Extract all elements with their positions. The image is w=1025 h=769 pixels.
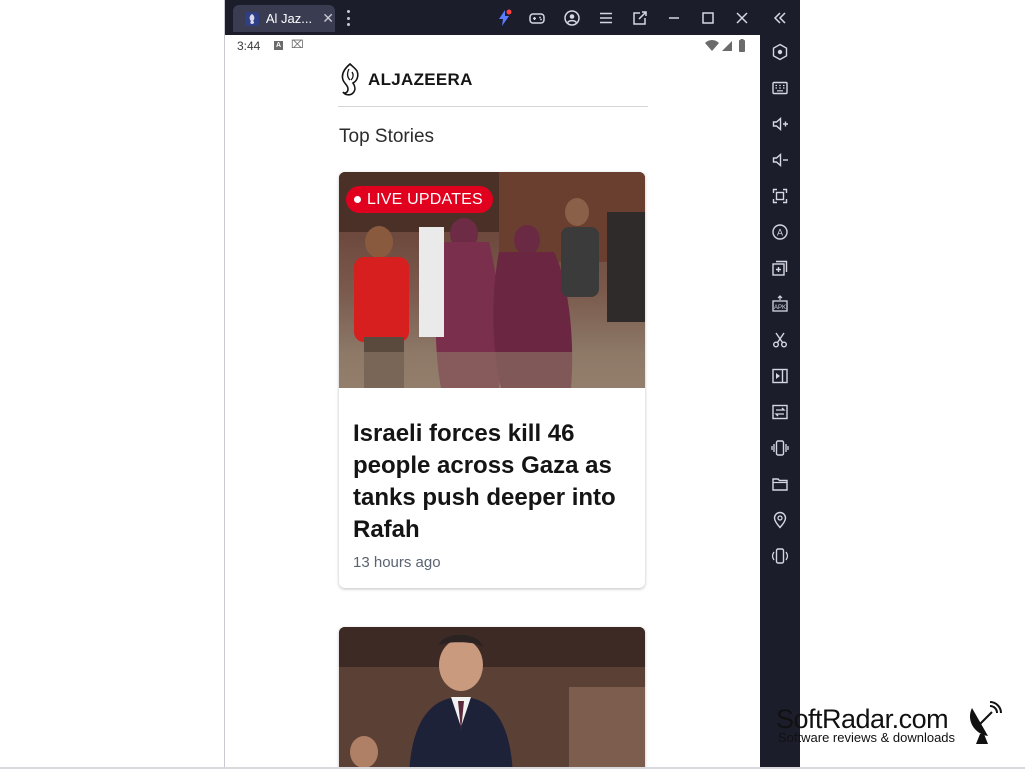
- live-badge-label: LIVE UPDATES: [367, 190, 483, 208]
- brand-name: ALJAZEERA: [368, 70, 473, 89]
- story-photo: LIVE UPDATES: [339, 172, 645, 388]
- volume-down-icon[interactable]: [770, 150, 790, 170]
- keyboard-icon[interactable]: [770, 78, 790, 98]
- story-photo: [339, 627, 645, 769]
- softradar-watermark: SoftRadar.com Software reviews & downloa…: [776, 700, 1006, 750]
- emulator-sidebar: A APK: [760, 35, 800, 769]
- collapse-sidebar-icon[interactable]: [770, 8, 790, 28]
- minimize-icon[interactable]: [664, 8, 684, 28]
- emulator-window: Al Jaz... ✕ A APK 3:44 A ⌧ ALJAZEERA Top…: [0, 0, 1025, 769]
- folder-icon[interactable]: [770, 474, 790, 494]
- location-icon[interactable]: [770, 510, 790, 530]
- app-header: ALJAZEERA: [338, 61, 648, 107]
- add-instance-icon[interactable]: [770, 258, 790, 278]
- story-timestamp: 13 hours ago: [353, 554, 441, 571]
- media-icon[interactable]: [770, 366, 790, 386]
- signal-battery-icons: [705, 39, 745, 52]
- menu-icon[interactable]: [596, 8, 616, 28]
- svg-text:A: A: [777, 228, 783, 238]
- more-options-icon[interactable]: [343, 8, 353, 28]
- svg-text:APK: APK: [774, 305, 786, 311]
- tab-title: Al Jaz...: [265, 11, 313, 26]
- aljazeera-favicon-icon: [245, 11, 259, 26]
- shake-icon[interactable]: [770, 438, 790, 458]
- satellite-dish-icon: [969, 701, 1002, 744]
- sync-icon[interactable]: [770, 402, 790, 422]
- apk-install-icon[interactable]: APK: [770, 294, 790, 314]
- watermark-subtitle: Software reviews & downloads: [778, 730, 956, 745]
- live-dot-icon: [354, 196, 361, 203]
- story-headline[interactable]: Israeli forces kill 46 people across Gaz…: [353, 418, 633, 546]
- notification-a-icon: A: [274, 41, 283, 50]
- photo-scene: [339, 627, 645, 769]
- account-icon[interactable]: [562, 8, 582, 28]
- aljazeera-logo-icon: [341, 63, 359, 96]
- live-updates-badge: LIVE UPDATES: [346, 186, 493, 213]
- story-card[interactable]: [339, 627, 645, 769]
- title-bar: Al Jaz... ✕: [225, 0, 800, 35]
- lightning-icon[interactable]: [494, 8, 514, 28]
- screenshot-icon[interactable]: [770, 186, 790, 206]
- android-screen: 3:44 A ⌧ ALJAZEERA Top Stories LIVE UPDA…: [225, 35, 760, 769]
- notification-x-icon: ⌧: [291, 39, 304, 51]
- cut-icon[interactable]: [770, 330, 790, 350]
- auto-rotate-icon[interactable]: A: [770, 222, 790, 242]
- gamepad-icon[interactable]: [527, 8, 547, 28]
- status-time: 3:44: [237, 39, 261, 53]
- volume-up-icon[interactable]: [770, 114, 790, 134]
- close-icon[interactable]: [732, 8, 752, 28]
- section-title: Top Stories: [339, 126, 435, 147]
- maximize-icon[interactable]: [698, 8, 718, 28]
- app-tab[interactable]: Al Jaz... ✕: [233, 5, 335, 32]
- tab-close-icon[interactable]: ✕: [321, 10, 335, 27]
- status-bar: 3:44 A ⌧: [225, 35, 760, 57]
- external-window-icon[interactable]: [630, 8, 650, 28]
- settings-icon[interactable]: [770, 42, 790, 62]
- story-card[interactable]: LIVE UPDATES Israeli forces kill 46 peop…: [339, 172, 645, 588]
- rotate-icon[interactable]: [770, 546, 790, 566]
